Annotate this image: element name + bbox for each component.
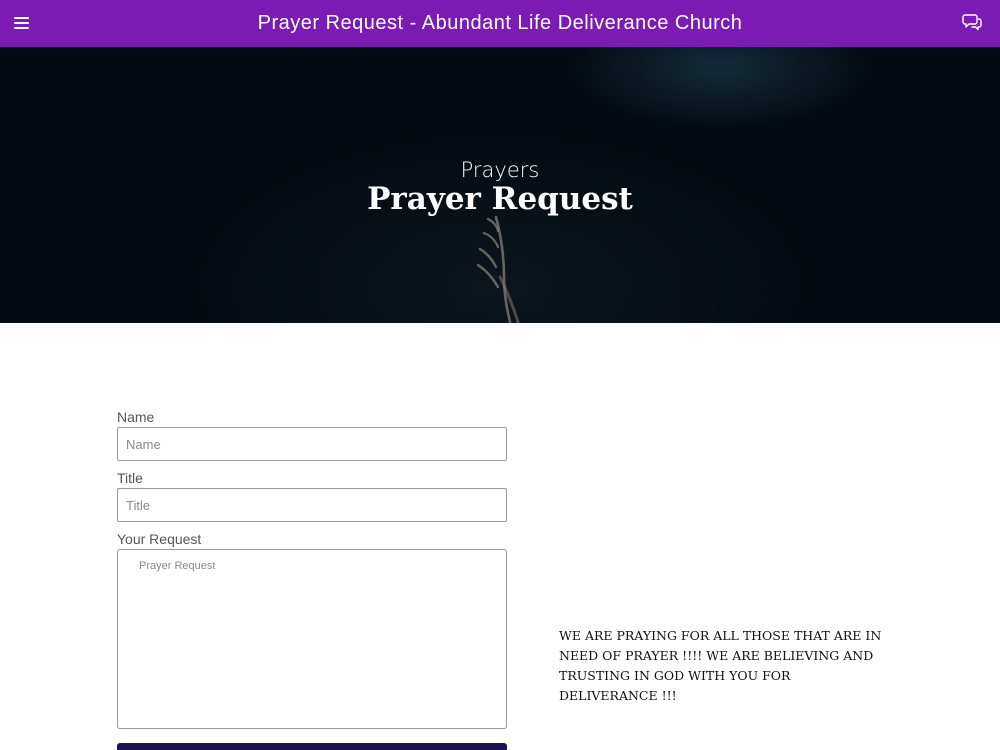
page-title: Prayer Request - Abundant Life Deliveran… xyxy=(257,12,743,34)
name-input[interactable] xyxy=(117,427,507,461)
hamburger-menu-icon[interactable] xyxy=(14,16,29,30)
praying-hands-image xyxy=(476,215,520,323)
request-label: Your Request xyxy=(117,531,202,547)
title-input[interactable] xyxy=(117,488,507,522)
top-app-bar: Prayer Request - Abundant Life Deliveran… xyxy=(0,0,1000,47)
submit-button[interactable] xyxy=(117,743,507,750)
prayer-request-form: Name Title Your Request xyxy=(117,408,507,729)
prayer-message: WE ARE PRAYING FOR ALL THOSE THAT ARE IN… xyxy=(559,628,882,703)
chat-bubbles-icon[interactable] xyxy=(962,13,982,31)
title-label: Title xyxy=(117,470,143,486)
hero-heading: Prayer Request xyxy=(367,181,633,217)
name-label: Name xyxy=(117,409,155,425)
hero-kicker: Prayers xyxy=(460,158,540,182)
hero-banner: Prayers Prayer Request xyxy=(0,47,1000,323)
request-textarea[interactable] xyxy=(117,549,507,729)
